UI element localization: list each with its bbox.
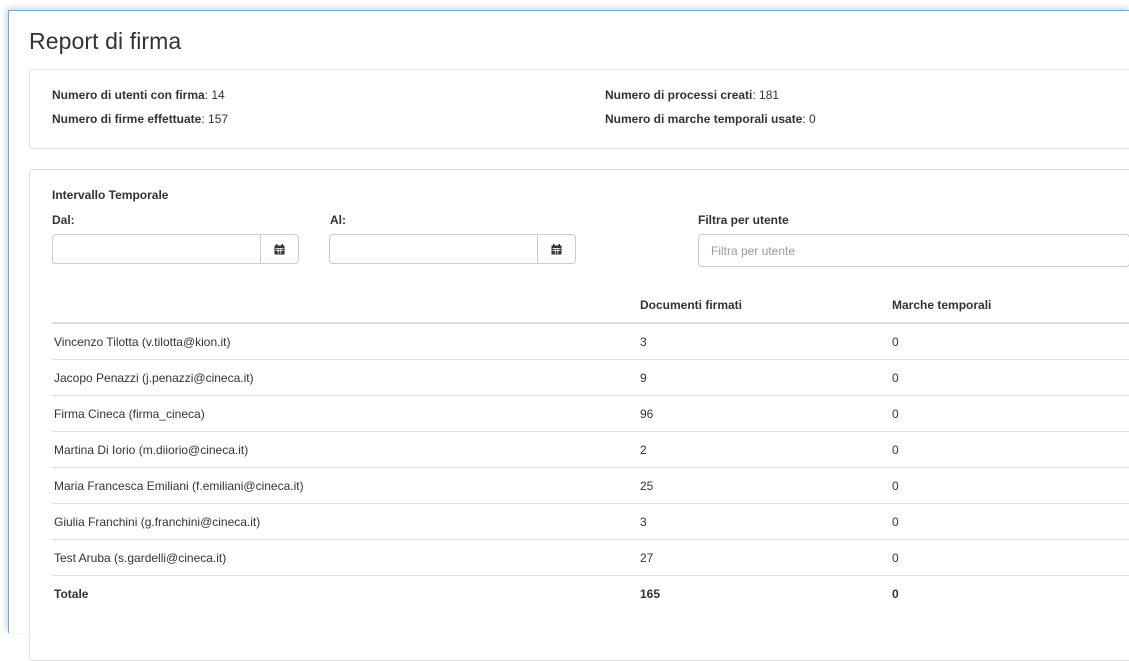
calendar-icon	[551, 243, 562, 254]
stat-label: Numero di utenti con firma	[52, 88, 205, 102]
calendar-icon	[274, 243, 285, 254]
cell-signed: 3	[638, 503, 890, 540]
cell-signed: 25	[638, 467, 890, 504]
cell-timestamps: 0	[890, 322, 1129, 360]
table-total-row: Totale 165 0	[52, 575, 1129, 611]
table-header-row: Documenti firmati Marche temporali	[52, 288, 1129, 324]
table-row: Firma Cineca (firma_cineca) 96 0	[52, 395, 1129, 432]
cell-total-signed: 165	[638, 575, 890, 611]
cell-timestamps: 0	[890, 467, 1129, 504]
from-date-label: Dal:	[52, 213, 75, 227]
from-date-picker	[52, 234, 299, 266]
to-date-input[interactable]	[329, 234, 537, 264]
table-row: Vincenzo Tilotta (v.tilotta@kion.it) 3 0	[52, 322, 1129, 360]
table-row: Jacopo Penazzi (j.penazzi@cineca.it) 9 0	[52, 359, 1129, 396]
stat-label: Numero di firme effettuate	[52, 112, 202, 126]
cell-signed: 27	[638, 539, 890, 576]
cell-signed: 9	[638, 359, 890, 396]
table-row: Test Aruba (s.gardelli@cineca.it) 27 0	[52, 539, 1129, 576]
to-date-label: Al:	[330, 213, 346, 227]
cell-user: Jacopo Penazzi (j.penazzi@cineca.it)	[52, 359, 638, 396]
cell-signed: 96	[638, 395, 890, 432]
table-row: Martina Di Iorio (m.diiorio@cineca.it) 2…	[52, 431, 1129, 468]
stat-value: : 0	[802, 112, 816, 126]
cell-total-label: Totale	[52, 575, 638, 611]
stat-value: : 157	[201, 112, 229, 126]
column-header-signed-documents: Documenti firmati	[638, 288, 890, 324]
cell-user: Test Aruba (s.gardelli@cineca.it)	[52, 539, 638, 576]
stat-timestamps-used: Numero di marche temporali usate: 0	[605, 112, 816, 126]
stat-label: Numero di marche temporali usate	[605, 112, 803, 126]
cell-timestamps: 0	[890, 539, 1129, 576]
cell-timestamps: 0	[890, 503, 1129, 540]
cell-user: Maria Francesca Emiliani (f.emiliani@cin…	[52, 467, 638, 504]
cell-timestamps: 0	[890, 359, 1129, 396]
signature-report-table: Documenti firmati Marche temporali Vince…	[52, 288, 1129, 611]
summary-panel: Numero di utenti con firma: 14 Numero di…	[29, 69, 1129, 149]
stat-value: : 181	[752, 88, 780, 102]
report-panel: Intervallo Temporale Dal: Al: Filtra per…	[29, 169, 1129, 661]
column-header-timestamps: Marche temporali	[890, 288, 1129, 324]
page-title: Report di firma	[29, 28, 182, 54]
interval-heading: Intervallo Temporale	[52, 188, 169, 202]
from-date-calendar-button[interactable]	[260, 234, 299, 264]
to-date-calendar-button[interactable]	[537, 234, 576, 264]
table-row: Maria Francesca Emiliani (f.emiliani@cin…	[52, 467, 1129, 504]
cell-total-timestamps: 0	[890, 575, 1129, 611]
cell-signed: 2	[638, 431, 890, 468]
column-header-user	[52, 288, 638, 324]
report-window: Report di firma Numero di utenti con fir…	[8, 10, 1129, 661]
stat-processes-created: Numero di processi creati: 181	[605, 88, 779, 102]
stat-value: : 14	[204, 88, 225, 102]
user-filter-label: Filtra per utente	[698, 213, 789, 227]
to-date-picker	[329, 234, 576, 266]
from-date-input[interactable]	[52, 234, 260, 264]
cell-user: Martina Di Iorio (m.diiorio@cineca.it)	[52, 431, 638, 468]
stat-users-with-signature: Numero di utenti con firma: 14	[52, 88, 225, 102]
stat-label: Numero di processi creati	[605, 88, 753, 102]
user-filter-input[interactable]	[698, 234, 1129, 267]
cell-timestamps: 0	[890, 431, 1129, 468]
cell-user: Giulia Franchini (g.franchini@cineca.it)	[52, 503, 638, 540]
cell-user: Vincenzo Tilotta (v.tilotta@kion.it)	[52, 322, 638, 360]
stat-signatures-done: Numero di firme effettuate: 157	[52, 112, 228, 126]
cell-timestamps: 0	[890, 395, 1129, 432]
table-row: Giulia Franchini (g.franchini@cineca.it)…	[52, 503, 1129, 540]
cell-user: Firma Cineca (firma_cineca)	[52, 395, 638, 432]
cell-signed: 3	[638, 322, 890, 360]
